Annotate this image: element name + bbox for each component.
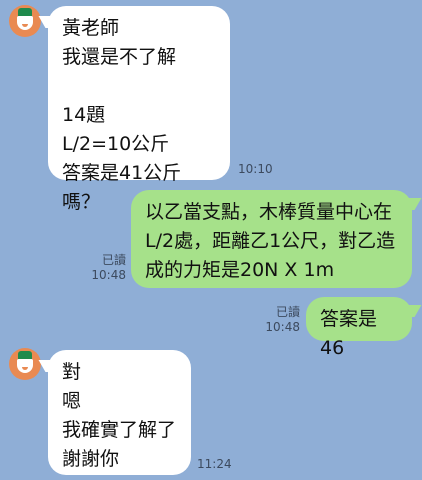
read-receipt: 已讀 <box>101 253 126 267</box>
incoming-message[interactable]: 黃老師 我還是不了解 14題 L/2=10公斤 答案是41公斤嗎？ <box>48 6 230 213</box>
sender-avatar[interactable] <box>9 5 41 37</box>
message-time: 10:10 <box>238 162 273 176</box>
read-receipt: 已讀 <box>275 305 300 319</box>
outgoing-message[interactable]: 以乙當支點，木棒質量中心在 L/2處，距離乙1公尺，對乙造 成的力矩是20N X… <box>131 190 412 288</box>
avatar-face-icon <box>17 359 33 373</box>
message-time: 11:24 <box>197 457 232 471</box>
avatar-face-icon <box>17 16 33 30</box>
message-time: 10:48 <box>91 268 126 282</box>
outgoing-message[interactable]: 答案是46 <box>306 297 412 359</box>
message-time: 10:48 <box>265 320 300 334</box>
sender-avatar[interactable] <box>9 348 41 380</box>
incoming-message[interactable]: 對 嗯 我確實了解了 謝謝你 <box>48 350 191 475</box>
